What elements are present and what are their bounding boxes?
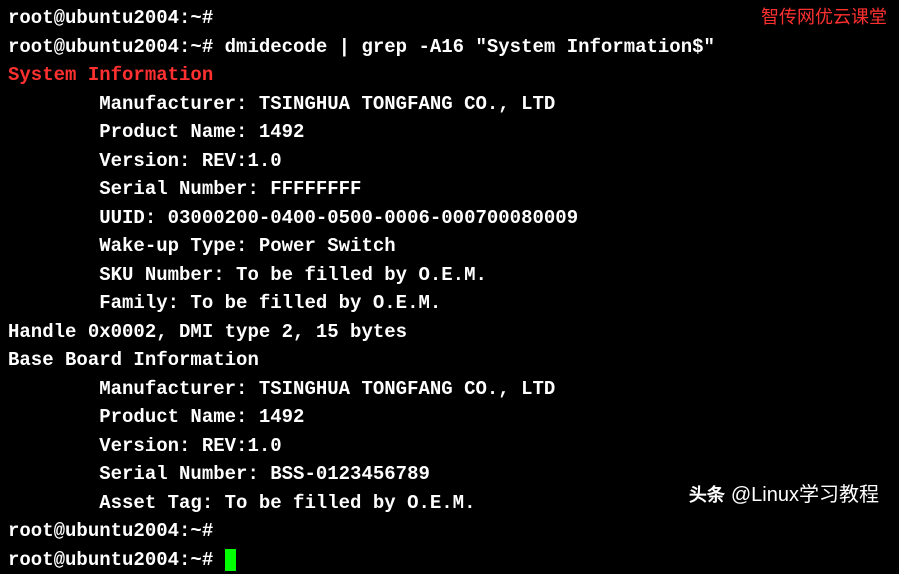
watermark-bottom: 头条 @Linux学习教程 xyxy=(689,480,879,510)
output-sys-product: Product Name: 1492 xyxy=(8,118,891,147)
command-text: dmidecode | grep -A16 "System Informatio… xyxy=(213,36,715,58)
command-line: root@ubuntu2004:~# dmidecode | grep -A16… xyxy=(8,33,891,62)
shell-prompt: root@ubuntu2004:~# xyxy=(8,7,213,29)
shell-prompt: root@ubuntu2004:~# xyxy=(8,520,213,542)
output-sys-sku: SKU Number: To be filled by O.E.M. xyxy=(8,261,891,290)
output-bb-manufacturer: Manufacturer: TSINGHUA TONGFANG CO., LTD xyxy=(8,375,891,404)
output-handle: Handle 0x0002, DMI type 2, 15 bytes xyxy=(8,318,891,347)
prompt-line-active[interactable]: root@ubuntu2004:~# xyxy=(8,546,891,574)
output-sys-serial: Serial Number: FFFFFFFF xyxy=(8,175,891,204)
output-bb-version: Version: REV:1.0 xyxy=(8,432,891,461)
shell-prompt: root@ubuntu2004:~# xyxy=(8,36,213,58)
shell-prompt: root@ubuntu2004:~# xyxy=(8,549,213,571)
prompt-line-2: root@ubuntu2004:~# xyxy=(8,517,891,546)
output-baseboard-header: Base Board Information xyxy=(8,346,891,375)
prompt-line-1: root@ubuntu2004:~# xyxy=(8,4,891,33)
output-sys-uuid: UUID: 03000200-0400-0500-0006-0007000800… xyxy=(8,204,891,233)
output-sys-wakeup: Wake-up Type: Power Switch xyxy=(8,232,891,261)
output-sys-manufacturer: Manufacturer: TSINGHUA TONGFANG CO., LTD xyxy=(8,90,891,119)
output-bb-product: Product Name: 1492 xyxy=(8,403,891,432)
terminal-cursor xyxy=(225,549,236,571)
toutiao-logo-text: 头条 xyxy=(689,482,725,509)
watermark-top: 智传网优云课堂 xyxy=(761,4,887,31)
output-system-header: System Information xyxy=(8,61,891,90)
output-sys-family: Family: To be filled by O.E.M. xyxy=(8,289,891,318)
output-sys-version: Version: REV:1.0 xyxy=(8,147,891,176)
watermark-handle: @Linux学习教程 xyxy=(731,480,879,510)
